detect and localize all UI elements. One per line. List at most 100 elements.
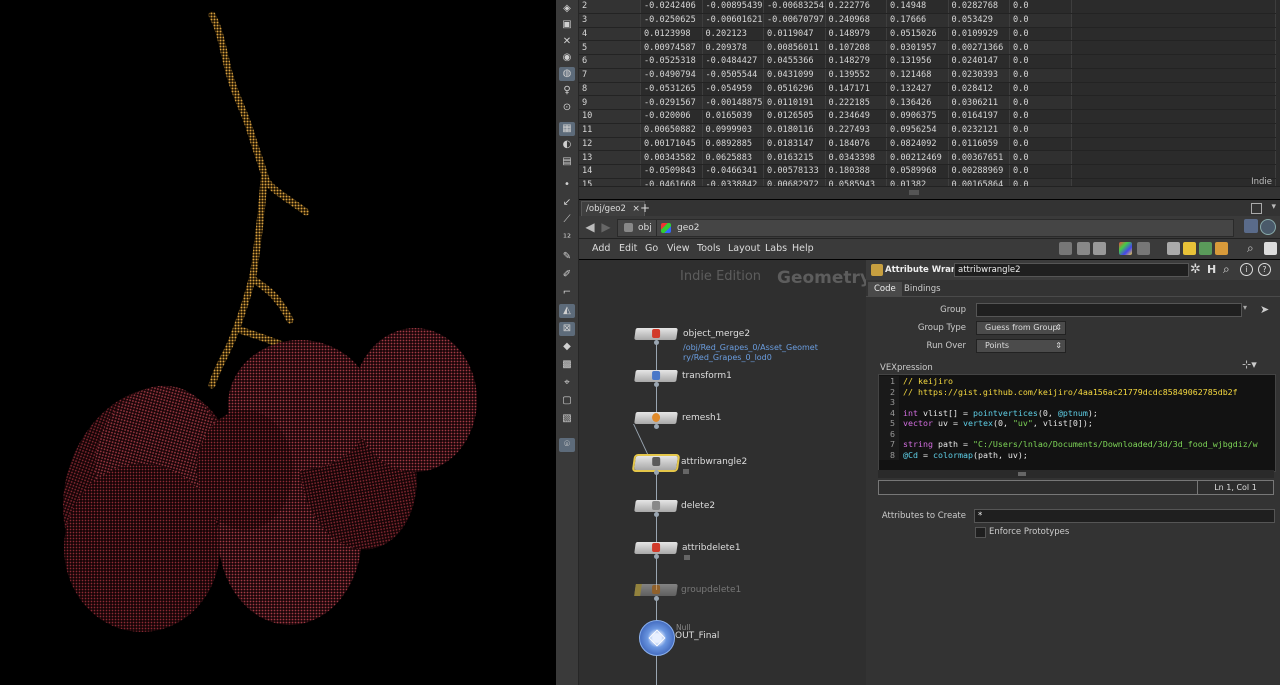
ortho-icon[interactable]: ⊠ bbox=[559, 322, 575, 336]
search-icon[interactable]: ⌕ bbox=[1247, 242, 1260, 255]
point-icon[interactable]: • bbox=[559, 178, 575, 192]
grid-icon[interactable]: ◭ bbox=[559, 304, 575, 318]
arrow-select-icon[interactable]: ➤ bbox=[1260, 303, 1269, 316]
pose-icon[interactable]: ⟋ bbox=[559, 213, 575, 227]
help-icon[interactable]: ? bbox=[1258, 263, 1271, 276]
output-dot[interactable] bbox=[654, 554, 659, 559]
bypass-flag[interactable] bbox=[634, 584, 642, 596]
run-over-menu[interactable]: Points ⇕ bbox=[976, 339, 1066, 353]
bulb-icon[interactable]: ♀ bbox=[559, 84, 575, 98]
close-icon[interactable]: × bbox=[632, 202, 640, 217]
snap-icon[interactable]: ▦ bbox=[559, 122, 575, 136]
node-remesh1[interactable] bbox=[634, 412, 678, 424]
link-icon[interactable] bbox=[1244, 219, 1258, 233]
measure-icon[interactable]: ⌐ bbox=[559, 286, 575, 300]
node-attribdelete1[interactable] bbox=[634, 542, 678, 554]
table-row[interactable]: 5 0.00974587 0.209378 0.00856011 0.107208 0.0… bbox=[579, 40, 1276, 55]
image-icon[interactable]: ▧ bbox=[559, 412, 575, 426]
tab-code[interactable]: Code bbox=[868, 282, 902, 296]
output-dot[interactable] bbox=[654, 512, 659, 517]
gear-icon[interactable]: ✲ bbox=[1190, 263, 1201, 276]
menu-layout[interactable]: Layout bbox=[728, 243, 760, 254]
output-dot[interactable] bbox=[654, 470, 659, 475]
spreadsheet-scrollbar[interactable] bbox=[579, 186, 1280, 199]
back-arrow-icon[interactable]: ◀ bbox=[583, 220, 597, 234]
network-editor[interactable]: Indie Edition Geometry object_merge2 /ob… bbox=[579, 260, 871, 685]
menu-labs[interactable]: Labs bbox=[765, 243, 787, 254]
table-row[interactable]: 13 0.00343582 0.0625883 0.0163215 0.0343398 0… bbox=[579, 150, 1276, 165]
menu-tools[interactable]: Tools bbox=[697, 243, 720, 254]
pin-icon[interactable]: ⌾ bbox=[559, 438, 575, 452]
menu-add[interactable]: Add bbox=[592, 243, 610, 254]
display-icon[interactable]: ◍ bbox=[559, 67, 575, 81]
maximize-icon[interactable] bbox=[1251, 203, 1262, 214]
add-tab-icon[interactable]: + bbox=[640, 201, 650, 215]
node-object-merge2[interactable] bbox=[634, 328, 678, 340]
table-row[interactable]: 11 0.00650882 0.0999903 0.0180116 0.227493 0.… bbox=[579, 123, 1276, 138]
output-dot[interactable] bbox=[654, 596, 659, 601]
add-spare-icon[interactable]: ⊹▾ bbox=[1242, 358, 1257, 371]
geometry-spreadsheet[interactable]: 2 -0.0242406 -0.00895439 -0.00683254 0.22277… bbox=[579, 0, 1280, 193]
search-icon[interactable]: ⌕ bbox=[1223, 262, 1230, 277]
scroll-grip[interactable] bbox=[1018, 472, 1026, 476]
code-scrollbar[interactable] bbox=[878, 470, 1274, 478]
info-icon[interactable]: i bbox=[1240, 263, 1253, 276]
chevron-down-icon[interactable]: ▾ bbox=[1271, 202, 1276, 212]
table-row[interactable]: 9 -0.0291567 -0.00148875 0.0110191 0.222185 0… bbox=[579, 95, 1276, 110]
lock-icon[interactable]: ▣ bbox=[559, 18, 575, 32]
node-transform1[interactable] bbox=[634, 370, 678, 382]
group-field[interactable] bbox=[976, 303, 1242, 317]
paint-icon[interactable]: ✎ bbox=[559, 250, 575, 264]
image-thumb-icon[interactable] bbox=[1199, 242, 1212, 255]
group-dropdown-icon[interactable]: ▾ bbox=[1243, 303, 1247, 312]
table-row[interactable]: 14 -0.0509843 -0.0466341 0.00578133 0.180388… bbox=[579, 164, 1276, 179]
output-dot[interactable] bbox=[654, 424, 659, 429]
forward-arrow-icon[interactable]: ▶ bbox=[599, 220, 613, 234]
light-icon[interactable]: ◉ bbox=[559, 51, 575, 65]
handle-icon[interactable]: ↙ bbox=[559, 196, 575, 210]
table-row[interactable]: 4 0.0123998 0.202123 0.0119047 0.148979 0.051… bbox=[579, 27, 1276, 42]
ghost-icon[interactable]: ✕ bbox=[559, 35, 575, 49]
breadcrumb-geo2[interactable]: geo2 bbox=[656, 219, 1234, 237]
output-dot[interactable] bbox=[654, 340, 659, 345]
visibility-icon[interactable]: ◐ bbox=[559, 138, 575, 152]
cube-icon[interactable]: ◆ bbox=[559, 340, 575, 354]
menu-go[interactable]: Go bbox=[645, 243, 658, 254]
folder-icon[interactable] bbox=[1215, 242, 1228, 255]
network-tab[interactable]: /obj/geo2 × bbox=[581, 201, 645, 217]
help-h-icon[interactable]: H bbox=[1207, 263, 1216, 276]
attributes-field[interactable]: * bbox=[974, 509, 1275, 523]
menu-help[interactable]: Help bbox=[792, 243, 814, 254]
scene-viewport[interactable] bbox=[0, 0, 556, 685]
notes-icon[interactable] bbox=[1183, 242, 1196, 255]
table-row[interactable]: 8 -0.0531265 -0.054959 0.0516296 0.147171 0.1… bbox=[579, 82, 1276, 97]
breadcrumb-obj[interactable]: obj bbox=[617, 219, 659, 237]
frame-icon[interactable]: ▢ bbox=[559, 394, 575, 408]
node-groupdelete1[interactable] bbox=[634, 584, 678, 596]
scroll-grip[interactable] bbox=[909, 190, 919, 195]
table-row[interactable]: 12 0.00171045 0.0892885 0.0183147 0.184076 0.… bbox=[579, 137, 1276, 152]
list-view-icon[interactable] bbox=[1093, 242, 1106, 255]
node-name-field[interactable]: attribwrangle2 bbox=[954, 263, 1189, 277]
shade-icon[interactable]: ▤ bbox=[559, 155, 575, 169]
sticky-note-icon[interactable] bbox=[1167, 242, 1180, 255]
group-type-menu[interactable]: Guess from Group ⇕ bbox=[976, 321, 1066, 335]
node-attribwrangle2[interactable] bbox=[631, 454, 681, 472]
table-row[interactable]: 3 -0.0250625 -0.00601621 -0.00670797 0.24096… bbox=[579, 13, 1276, 28]
axis-icon[interactable]: ⌖ bbox=[559, 376, 575, 390]
menu-edit[interactable]: Edit bbox=[619, 243, 637, 254]
sculpt-icon[interactable]: ✐ bbox=[559, 268, 575, 282]
output-dot[interactable] bbox=[654, 382, 659, 387]
enforce-checkbox[interactable] bbox=[975, 527, 986, 538]
table-row[interactable]: 2 -0.0242406 -0.00895439 -0.00683254 0.22277… bbox=[579, 0, 1276, 14]
table-row[interactable]: 7 -0.0490794 -0.0505544 0.0431099 0.139552 0.… bbox=[579, 68, 1276, 83]
menu-view[interactable]: View bbox=[667, 243, 690, 254]
camera-icon[interactable]: ⊙ bbox=[559, 101, 575, 115]
select-icon[interactable]: ◈ bbox=[559, 2, 575, 16]
wrench-icon[interactable] bbox=[1059, 242, 1072, 255]
tab-bindings[interactable]: Bindings bbox=[898, 282, 947, 296]
node-delete2[interactable] bbox=[634, 500, 678, 512]
vex-code-editor[interactable]: 1 // keijiro 2 // https://gist.github.com/k… bbox=[878, 374, 1276, 472]
texture-icon[interactable]: ▩ bbox=[559, 358, 575, 372]
table-row[interactable]: 6 -0.0525318 -0.0484427 0.0455366 0.148279 0.… bbox=[579, 54, 1276, 69]
